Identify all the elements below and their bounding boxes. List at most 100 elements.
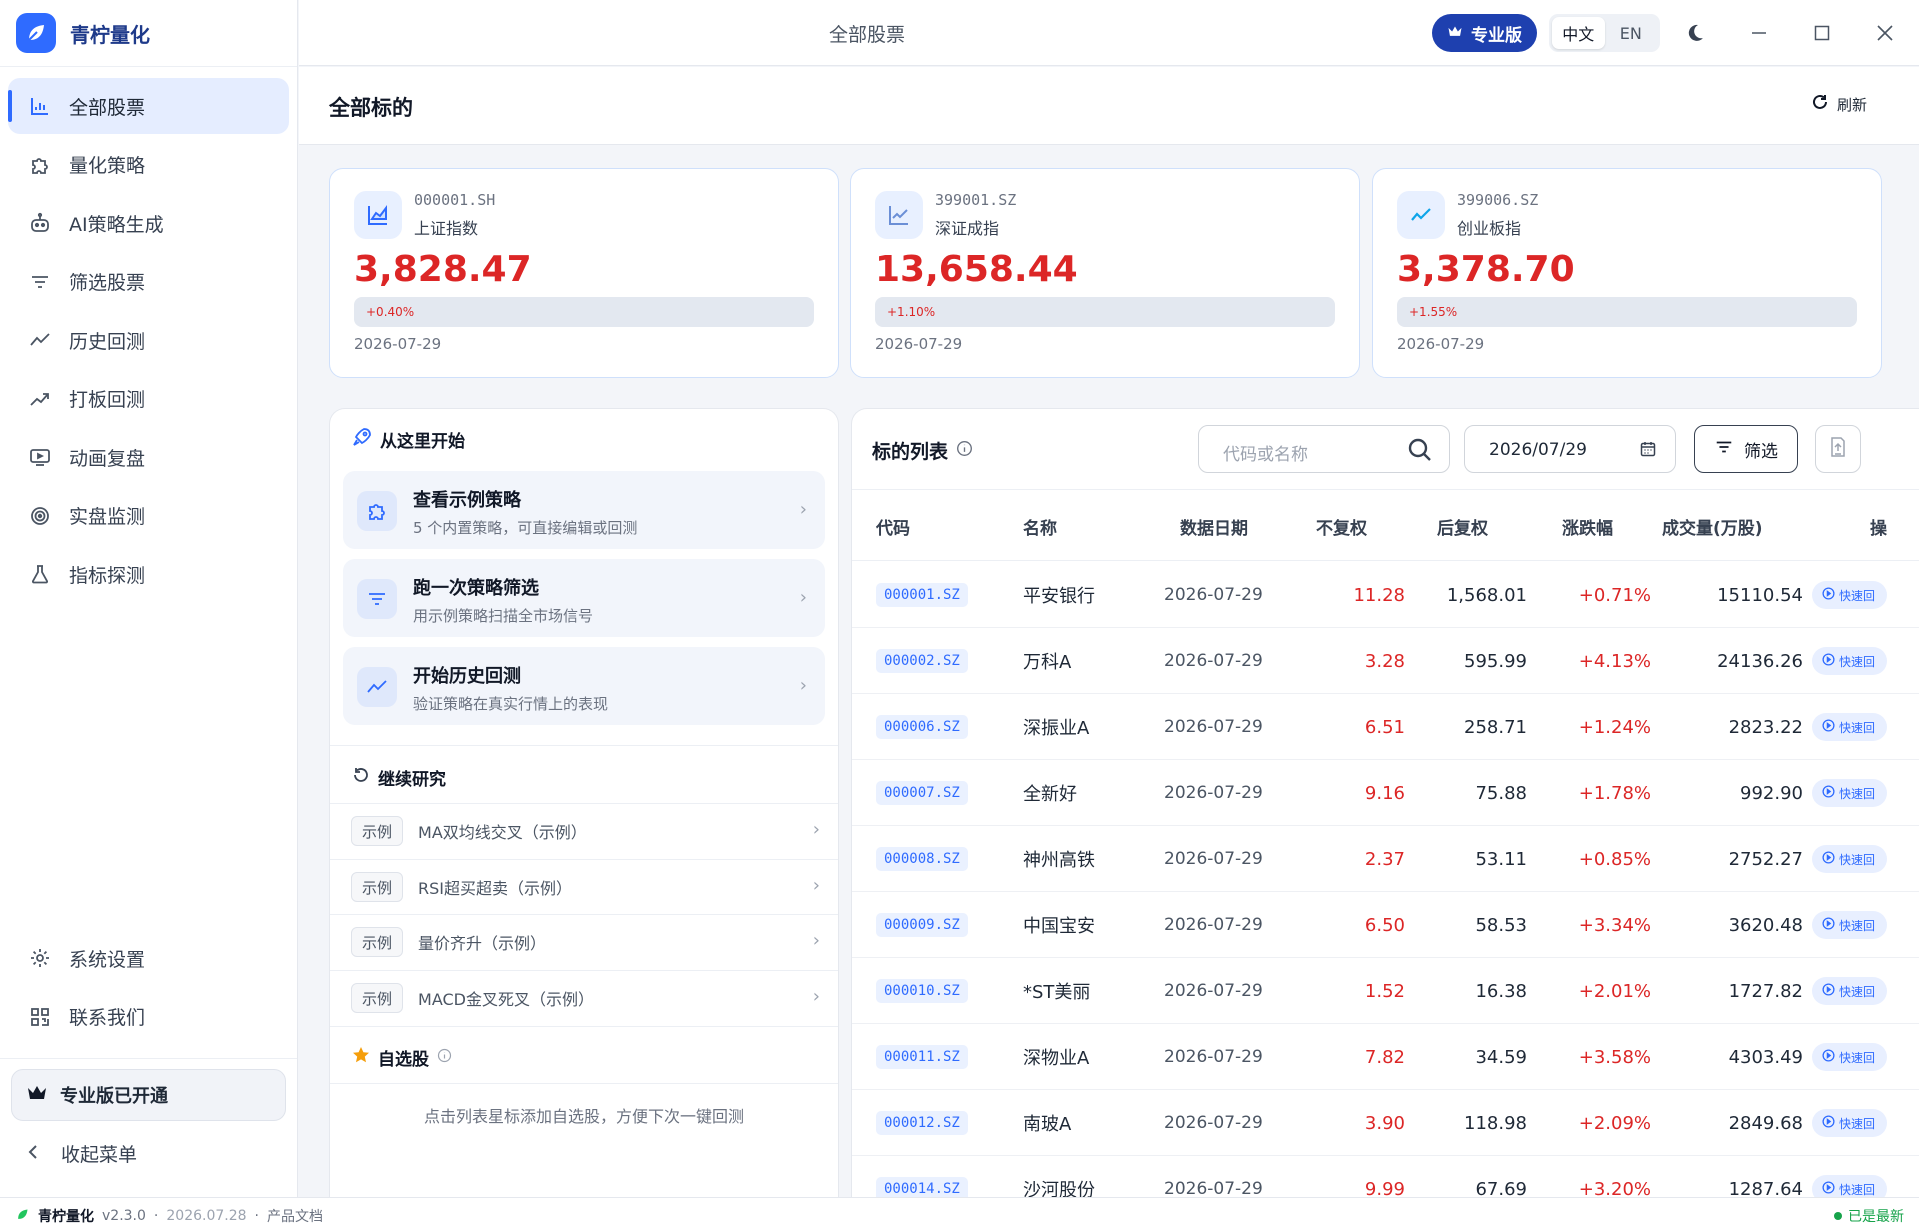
column-header-change[interactable]: 涨跌幅 [1562, 490, 1613, 562]
index-card-shenzhen[interactable]: 399001.SZ 深证成指 13,658.44 +1.10% 2026-07-… [850, 168, 1360, 378]
collapse-menu-button[interactable]: 收起菜单 [27, 1140, 137, 1167]
stock-code-link[interactable]: 000006.SZ [876, 715, 968, 739]
pro-version-button[interactable]: 专业版 [1432, 14, 1537, 52]
stock-code-link[interactable]: 000009.SZ [876, 913, 968, 937]
stock-code-link[interactable]: 000010.SZ [876, 979, 968, 1003]
docs-link[interactable]: 产品文档 [267, 1206, 323, 1226]
column-header-code[interactable]: 代码 [876, 490, 910, 562]
index-card-shanghai[interactable]: 000001.SH 上证指数 3,828.47 +0.40% 2026-07-2… [329, 168, 839, 378]
search-input[interactable]: 代码或名称 [1198, 425, 1450, 473]
index-card-chinext[interactable]: 399006.SZ 创业板指 3,378.70 +1.55% 2026-07-2… [1372, 168, 1882, 378]
quick-backtest-button[interactable]: 快速回 [1812, 713, 1888, 741]
table-row[interactable]: 000002.SZ 万科A 2026-07-29 3.28 595.99 +4.13% 24… [852, 628, 1919, 694]
example-strategy-item[interactable]: 示例 量价齐升（示例） › [330, 914, 838, 970]
search-icon[interactable] [1407, 437, 1433, 467]
quick-backtest-button[interactable]: 快速回 [1812, 779, 1888, 807]
status-separator: · [153, 1208, 159, 1224]
table-row[interactable]: 000008.SZ 神州高铁 2026-07-29 2.37 53.11 +0.85% 27… [852, 826, 1919, 892]
column-header-raw-price[interactable]: 不复权 [1316, 490, 1367, 562]
column-header-date[interactable]: 数据日期 [1180, 490, 1248, 562]
sidebar: 青柠量化 全部股票 量化策略 AI策略生成 筛选股票 历史回测 打板回测 动画复… [0, 0, 298, 1197]
quick-card-run-screener[interactable]: 跑一次策略筛选 用示例策略扫描全市场信号 › [343, 559, 825, 637]
quick-backtest-label: 快速回 [1839, 984, 1876, 999]
cell-adj-price: 16.38 [1475, 980, 1527, 1002]
table-row[interactable]: 000006.SZ 深振业A 2026-07-29 6.51 258.71 +1.24% 2… [852, 694, 1919, 760]
stock-code-link[interactable]: 000011.SZ [876, 1045, 968, 1069]
example-strategy-item[interactable]: 示例 MA双均线交叉（示例） › [330, 803, 838, 859]
pro-status-label: 专业版已开通 [60, 1086, 168, 1107]
quick-backtest-button[interactable]: 快速回 [1812, 911, 1888, 939]
filter-button[interactable]: 筛选 [1694, 425, 1798, 473]
column-header-adj-price[interactable]: 后复权 [1437, 490, 1488, 562]
quick-backtest-button[interactable]: 快速回 [1812, 1043, 1888, 1071]
index-change-bar: +1.55% [1397, 297, 1857, 327]
sidebar-item-backtest[interactable]: 历史回测 [8, 312, 289, 368]
example-strategy-item[interactable]: 示例 RSI超买超卖（示例） › [330, 859, 838, 915]
maximize-icon[interactable] [1808, 19, 1836, 47]
minimize-icon[interactable] [1745, 19, 1773, 47]
sidebar-item-indicator-probe[interactable]: 指标探测 [8, 546, 289, 602]
column-header-name[interactable]: 名称 [1023, 490, 1057, 562]
date-picker[interactable]: 2026/07/29 [1464, 425, 1676, 473]
sidebar-item-label: 实盘监测 [69, 506, 146, 528]
cell-date: 2026-07-29 [1164, 1047, 1263, 1067]
column-header-volume[interactable]: 成交量(万股) [1662, 490, 1763, 562]
export-button[interactable] [1815, 425, 1861, 473]
cell-change: +3.20% [1578, 1178, 1651, 1198]
quick-backtest-button[interactable]: 快速回 [1812, 1109, 1888, 1137]
table-row[interactable]: 000001.SZ 平安银行 2026-07-29 11.28 1,568.01 +0.7… [852, 562, 1919, 628]
table-row[interactable]: 000014.SZ 沙河股份 2026-07-29 9.99 67.69 +3.20% 12… [852, 1156, 1919, 1197]
quick-backtest-button[interactable]: 快速回 [1812, 977, 1888, 1005]
sidebar-item-quant-strategy[interactable]: 量化策略 [8, 137, 289, 193]
close-icon[interactable] [1871, 19, 1899, 47]
info-icon[interactable] [437, 1048, 452, 1068]
sidebar-item-limit-backtest[interactable]: 打板回测 [8, 371, 289, 427]
refresh-button[interactable]: 刷新 [1811, 93, 1867, 115]
moon-icon[interactable] [1681, 19, 1709, 47]
date-value: 2026/07/29 [1489, 440, 1587, 460]
stock-code-link[interactable]: 000001.SZ [876, 583, 968, 607]
quick-card-example-strategies[interactable]: 查看示例策略 5 个内置策略，可直接编辑或回测 › [343, 471, 825, 549]
column-header-actions: 操 [1870, 518, 1887, 539]
stock-code-link[interactable]: 000007.SZ [876, 781, 968, 805]
sidebar-item-settings[interactable]: 系统设置 [8, 930, 289, 986]
stock-code-link[interactable]: 000002.SZ [876, 649, 968, 673]
play-circle-icon [1822, 983, 1835, 999]
table-row[interactable]: 000012.SZ 南玻A 2026-07-29 3.90 118.98 +2.09% 28… [852, 1090, 1919, 1156]
table-row[interactable]: 000011.SZ 深物业A 2026-07-29 7.82 34.59 +3.58% 43… [852, 1024, 1919, 1090]
sidebar-item-label: 历史回测 [69, 330, 146, 353]
stock-code-link[interactable]: 000014.SZ [876, 1177, 968, 1197]
cell-actions: 快速回 [1812, 958, 1888, 1024]
play-circle-icon [1822, 653, 1835, 669]
sidebar-item-all-stocks[interactable]: 全部股票 [8, 78, 289, 134]
table-row[interactable]: 000010.SZ *ST美丽 2026-07-29 1.52 16.38 +2.01% 1… [852, 958, 1919, 1024]
pro-status-badge[interactable]: 专业版已开通 [11, 1069, 286, 1121]
chevron-right-icon: › [812, 875, 820, 896]
lang-zh-button[interactable]: 中文 [1552, 17, 1605, 49]
example-strategy-item[interactable]: 示例 MACD金叉死叉（示例） › [330, 970, 838, 1026]
sidebar-bottom-nav: 系统设置 联系我们 [8, 930, 289, 1047]
quick-backtest-button[interactable]: 快速回 [1812, 1175, 1888, 1197]
quick-backtest-button[interactable]: 快速回 [1812, 647, 1888, 675]
index-value: 3,378.70 [1397, 249, 1575, 290]
sidebar-item-live-monitor[interactable]: 实盘监测 [8, 488, 289, 544]
info-icon[interactable] [956, 440, 973, 462]
table-row[interactable]: 000009.SZ 中国宝安 2026-07-29 6.50 58.53 +3.34% 36… [852, 892, 1919, 958]
sidebar-item-contact[interactable]: 联系我们 [8, 989, 289, 1045]
flask-icon [27, 561, 53, 587]
cell-volume: 2823.22 [1728, 716, 1803, 738]
stock-code-link[interactable]: 000012.SZ [876, 1111, 968, 1135]
stock-code-link[interactable]: 000008.SZ [876, 847, 968, 871]
sidebar-item-filter-stocks[interactable]: 筛选股票 [8, 254, 289, 310]
quick-backtest-button[interactable]: 快速回 [1812, 581, 1888, 609]
sidebar-item-animated-review[interactable]: 动画复盘 [8, 429, 289, 485]
cell-volume: 3620.48 [1728, 914, 1803, 936]
app-window: 青柠量化 全部股票 量化策略 AI策略生成 筛选股票 历史回测 打板回测 动画复… [0, 0, 1919, 1230]
quick-card-start-backtest[interactable]: 开始历史回测 验证策略在真实行情上的表现 › [343, 647, 825, 725]
sidebar-item-ai-strategy[interactable]: AI策略生成 [8, 195, 289, 251]
brand[interactable]: 青柠量化 [16, 13, 150, 53]
trend-icon [1397, 191, 1445, 239]
lang-en-button[interactable]: EN [1605, 17, 1658, 49]
quick-backtest-button[interactable]: 快速回 [1812, 845, 1888, 873]
table-row[interactable]: 000007.SZ 全新好 2026-07-29 9.16 75.88 +1.78% 992… [852, 760, 1919, 826]
